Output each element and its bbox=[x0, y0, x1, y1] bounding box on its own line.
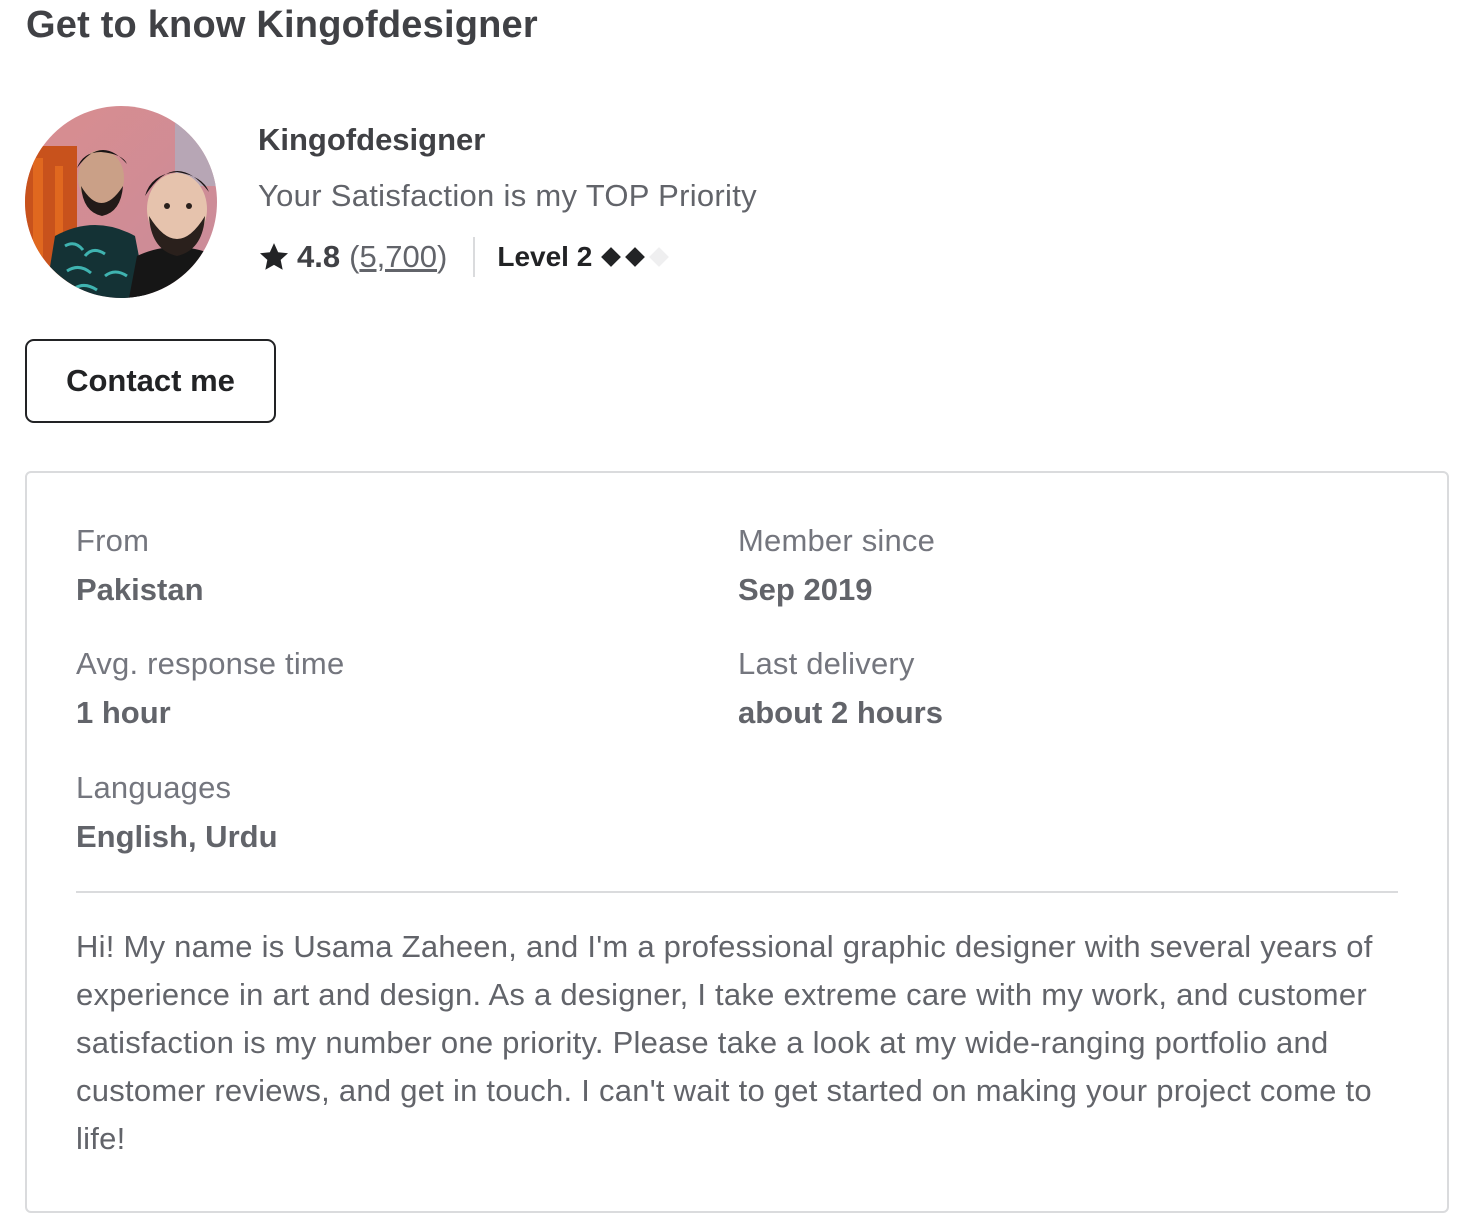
stat-languages-label: Languages bbox=[76, 770, 232, 805]
seller-avatar[interactable] bbox=[25, 106, 217, 298]
rating-divider bbox=[473, 237, 476, 277]
contact-me-button[interactable]: Contact me bbox=[25, 339, 276, 423]
rating-score: 4.8 bbox=[297, 239, 341, 274]
diamond-filled-icon bbox=[625, 247, 646, 267]
stat-from-label: From bbox=[76, 523, 150, 558]
stat-response-time: Avg. response time 1 hour bbox=[76, 644, 344, 733]
seller-level-diamonds bbox=[600, 246, 670, 268]
stat-last-delivery: Last delivery about 2 hours bbox=[738, 644, 943, 733]
seller-bio: Hi! My name is Usama Zaheen, and I'm a p… bbox=[76, 929, 1373, 1156]
seller-about-section: Get to know Kingofdesigner Kingofdesigne… bbox=[0, 0, 1472, 1223]
rating-count-close: ) bbox=[437, 239, 448, 274]
seller-rating-row: 4.8 (5,700) Level 2 bbox=[258, 236, 757, 278]
stat-member-since: Member since Sep 2019 bbox=[738, 521, 935, 610]
seller-name[interactable]: Kingofdesigner bbox=[258, 120, 757, 160]
stat-response-time-value: 1 hour bbox=[76, 695, 171, 730]
seller-info: Kingofdesigner Your Satisfaction is my T… bbox=[258, 106, 757, 278]
stat-languages: Languages English, Urdu bbox=[76, 768, 278, 857]
stat-from: From Pakistan bbox=[76, 521, 204, 610]
seller-tagline: Your Satisfaction is my TOP Priority bbox=[258, 178, 757, 213]
diamond-empty-icon bbox=[649, 247, 670, 267]
rating-count[interactable]: (5,700) bbox=[349, 239, 447, 275]
seller-profile-header: Kingofdesigner Your Satisfaction is my T… bbox=[25, 106, 757, 300]
section-title: Get to know Kingofdesigner bbox=[26, 4, 538, 46]
rating-count-open: ( bbox=[349, 239, 360, 274]
stat-last-delivery-label: Last delivery bbox=[738, 646, 915, 681]
seller-details-card: From Pakistan Member since Sep 2019 Avg.… bbox=[25, 471, 1449, 1213]
star-icon bbox=[260, 243, 288, 270]
seller-level-label: Level 2 bbox=[497, 241, 593, 272]
stat-from-value: Pakistan bbox=[76, 572, 204, 607]
avatar-photo-icon bbox=[25, 106, 217, 298]
card-divider bbox=[76, 891, 1398, 893]
diamond-filled-icon bbox=[601, 247, 622, 267]
stat-member-since-value: Sep 2019 bbox=[738, 572, 873, 607]
stat-last-delivery-value: about 2 hours bbox=[738, 695, 943, 730]
stat-response-time-label: Avg. response time bbox=[76, 646, 345, 681]
rating-count-link[interactable]: 5,700 bbox=[359, 239, 437, 274]
stat-member-since-label: Member since bbox=[738, 523, 936, 558]
stat-languages-value: English, Urdu bbox=[76, 819, 278, 854]
